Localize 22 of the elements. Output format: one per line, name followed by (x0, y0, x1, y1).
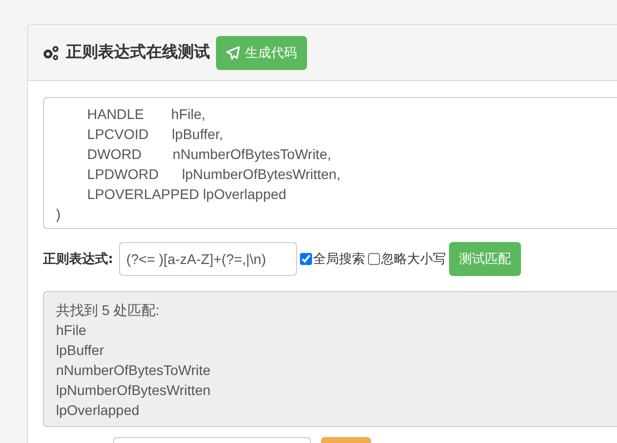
panel-title: 正则表达式在线测试 (66, 42, 210, 63)
match-result: nNumberOfBytesToWrite (56, 361, 211, 380)
code-line: LPCVOID lpBuffer, (86, 125, 224, 144)
match-result: lpOverlapped (56, 401, 140, 420)
code-line: LPOVERLAPPED lpOverlapped (86, 185, 286, 204)
match-result: lpNumberOfBytesWritten (56, 381, 211, 400)
checkbox-label: 忽略大小写 (381, 251, 446, 268)
match-result: lpBuffer (56, 341, 104, 360)
gears-icon (42, 44, 60, 60)
checkbox[interactable] (300, 253, 312, 265)
source-text-area[interactable]: HANDLE hFile, LPCVOID lpBuffer, DWORD nNumberOfBytesToWrite, LPDWORD lpNumberOfBytesWritten, LPOVERLAPPED lpOverlapped ) (43, 97, 617, 229)
paper-plane-icon (226, 46, 240, 60)
code-line: DWORD nNumberOfBytesToWrite, (86, 145, 332, 164)
match-result: hFile (56, 321, 86, 340)
match-summary: 共找到 5 处匹配: (56, 301, 160, 320)
code-line: HANDLE hFile, (86, 105, 206, 124)
regex-label: 正则表达式: (43, 251, 114, 268)
regex-input-field[interactable]: (?<= )[a-zA-Z]+(?=,|\n) (119, 242, 298, 276)
checkbox-label: 全局搜索 (313, 251, 366, 268)
code-line: ) (56, 205, 61, 224)
checkbox[interactable] (368, 253, 380, 265)
code-line: LPDWORD lpNumberOfBytesWritten, (86, 165, 340, 184)
